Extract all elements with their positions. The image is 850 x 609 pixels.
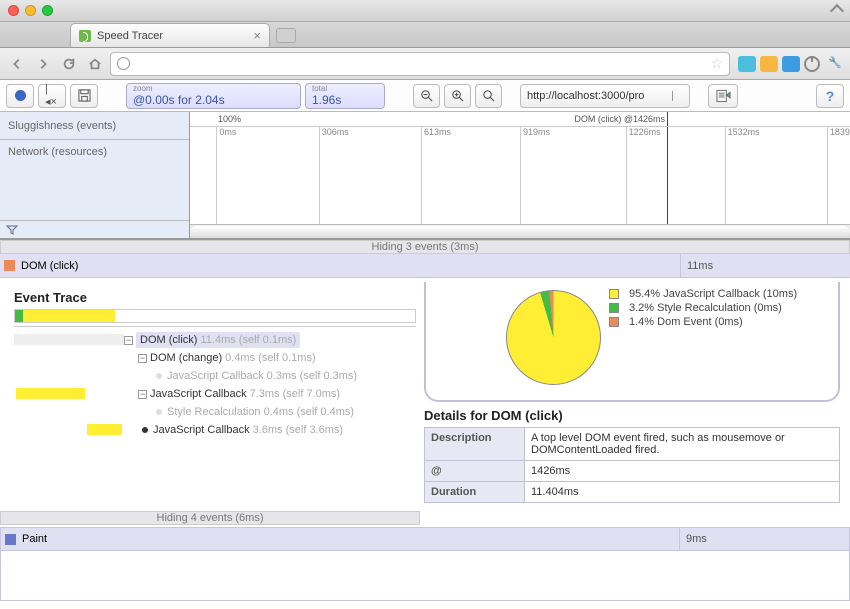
details-panel: Event Trace −DOM (click) 11.4ms (self 0.…: [0, 278, 850, 511]
hiding-events-bar[interactable]: Hiding 3 events (3ms): [0, 240, 850, 254]
extension-icon[interactable]: [760, 56, 778, 72]
trace-strip[interactable]: [14, 309, 416, 323]
event-tree-row[interactable]: Style Recalculation 0.4ms (self 0.4ms): [124, 403, 416, 421]
speedtracer-toolbar: |◂× zoom @0.00s for 2.04s total 1.96s ht…: [0, 80, 850, 112]
window-titlebar: [0, 0, 850, 22]
event-tree: −DOM (click) 11.4ms (self 0.1ms)−DOM (ch…: [14, 326, 416, 439]
report-button[interactable]: [708, 84, 738, 108]
details-title: Details for DOM (click): [424, 408, 840, 423]
forward-button[interactable]: [32, 53, 54, 75]
address-bar[interactable]: ☆: [110, 52, 730, 76]
wrench-menu-icon[interactable]: 🔧: [828, 56, 844, 72]
color-swatch-icon: [4, 260, 15, 271]
collapse-icon[interactable]: −: [138, 354, 147, 363]
table-row: @1426ms: [425, 461, 840, 482]
bookmark-star-icon[interactable]: ☆: [710, 55, 723, 72]
pie-legend: 95.4% JavaScript Callback (10ms) 3.2% St…: [609, 286, 797, 385]
minimize-window[interactable]: [25, 5, 36, 16]
table-row: Duration11.404ms: [425, 482, 840, 503]
zoom-range-display[interactable]: zoom @0.00s for 2.04s: [126, 83, 301, 109]
breakdown-panel: 95.4% JavaScript Callback (10ms) 3.2% St…: [420, 278, 850, 511]
record-icon: [15, 90, 26, 101]
scrollbar-thumb[interactable]: [190, 226, 850, 238]
zoom-window[interactable]: [42, 5, 53, 16]
close-tab-icon[interactable]: ×: [253, 28, 261, 43]
event-tree-row[interactable]: JavaScript Callback 3.6ms (self 3.6ms): [124, 421, 416, 439]
tab-title: Speed Tracer: [97, 30, 163, 42]
paint-summary-row[interactable]: Paint 9ms: [0, 527, 850, 551]
extensions: [738, 56, 820, 72]
filter-button[interactable]: [0, 220, 189, 238]
zoom-value: @0.00s for 2.04s: [133, 93, 294, 107]
time-axis: 0ms 306ms 613ms 919ms 1226ms 1532ms 1839…: [190, 126, 850, 138]
stopwatch-icon[interactable]: [804, 56, 820, 72]
browser-toolbar: ☆ 🔧: [0, 48, 850, 80]
extension-icon[interactable]: [738, 56, 756, 72]
paint-duration: 9ms: [679, 528, 849, 550]
marker-label: DOM (click) @1426ms: [574, 114, 665, 124]
legend-row: 3.2% Style Recalculation (0ms): [609, 302, 797, 314]
collapse-icon[interactable]: −: [138, 390, 147, 399]
help-button[interactable]: ?: [816, 84, 844, 108]
home-button[interactable]: [84, 53, 106, 75]
bullet-icon: [156, 373, 162, 379]
zoom-label: zoom: [133, 84, 294, 93]
bullet-icon: [142, 427, 148, 433]
fullscreen-icon[interactable]: [830, 3, 844, 17]
url-value: http://localhost:3000/pro: [527, 90, 644, 102]
record-button[interactable]: [6, 84, 34, 108]
browser-tab-strip: Speed Tracer ×: [0, 22, 850, 48]
timeline-panel: Sluggishness (events) Network (resources…: [0, 112, 850, 240]
tree-mini-bars: [14, 331, 124, 439]
reset-button[interactable]: |◂×: [38, 84, 66, 108]
total-label: total: [312, 84, 378, 93]
breakdown-pie-chart: [506, 290, 601, 385]
extension-icon[interactable]: [782, 56, 800, 72]
zoom-in-button[interactable]: [444, 84, 471, 108]
timeline-sidebar: Sluggishness (events) Network (resources…: [0, 112, 190, 238]
total-value: 1.96s: [312, 93, 378, 107]
close-window[interactable]: [8, 5, 19, 16]
percent-label: 100%: [218, 114, 241, 124]
network-row[interactable]: Network (resources): [0, 140, 189, 220]
collapse-icon[interactable]: −: [124, 336, 133, 345]
color-swatch-icon: [5, 534, 16, 545]
event-tree-row[interactable]: JavaScript Callback 0.3ms (self 0.3ms): [124, 367, 416, 385]
zoom-out-button[interactable]: [413, 84, 440, 108]
browser-tab[interactable]: Speed Tracer ×: [70, 23, 270, 47]
new-tab-button[interactable]: [276, 28, 296, 43]
event-tree-row[interactable]: −JavaScript Callback 7.3ms (self 7.0ms): [124, 385, 416, 403]
paint-label: Paint: [22, 533, 47, 545]
color-swatch-icon: [609, 317, 619, 327]
color-swatch-icon: [609, 303, 619, 313]
legend-row: 1.4% Dom Event (0ms): [609, 316, 797, 328]
dom-click-summary-row[interactable]: DOM (click) 11ms: [0, 254, 850, 278]
table-row: DescriptionA top level DOM event fired, …: [425, 428, 840, 461]
bullet-icon: [156, 409, 162, 415]
speedtracer-favicon-icon: [79, 30, 91, 42]
page-url-select[interactable]: http://localhost:3000/pro: [520, 84, 690, 108]
zoom-all-button[interactable]: [475, 84, 502, 108]
event-tree-row[interactable]: −DOM (change) 0.4ms (self 0.1ms): [124, 349, 416, 367]
details-table: DescriptionA top level DOM event fired, …: [424, 427, 840, 503]
color-swatch-icon: [609, 289, 619, 299]
back-button[interactable]: [6, 53, 28, 75]
reload-button[interactable]: [58, 53, 80, 75]
event-tree-list: −DOM (click) 11.4ms (self 0.1ms)−DOM (ch…: [124, 331, 416, 439]
paint-details-area: [0, 551, 850, 601]
event-trace-panel: Event Trace −DOM (click) 11.4ms (self 0.…: [0, 278, 420, 511]
event-tree-row[interactable]: −DOM (click) 11.4ms (self 0.1ms): [124, 331, 416, 349]
total-time-display: total 1.96s: [305, 83, 385, 109]
save-button[interactable]: [70, 84, 98, 108]
hiding-events-bar[interactable]: Hiding 4 events (6ms): [0, 511, 420, 525]
event-trace-title: Event Trace: [14, 290, 416, 305]
pie-container: 95.4% JavaScript Callback (10ms) 3.2% St…: [424, 282, 840, 402]
sluggishness-row[interactable]: Sluggishness (events): [0, 112, 189, 140]
timeline-scrollbar[interactable]: [190, 224, 850, 238]
dom-click-label: DOM (click): [21, 260, 78, 272]
globe-icon: [117, 57, 130, 70]
dom-click-duration: 11ms: [680, 254, 850, 277]
timeline-graph[interactable]: 100% DOM (click) @1426ms 0ms 306ms 613ms…: [190, 112, 850, 238]
legend-row: 95.4% JavaScript Callback (10ms): [609, 288, 797, 300]
